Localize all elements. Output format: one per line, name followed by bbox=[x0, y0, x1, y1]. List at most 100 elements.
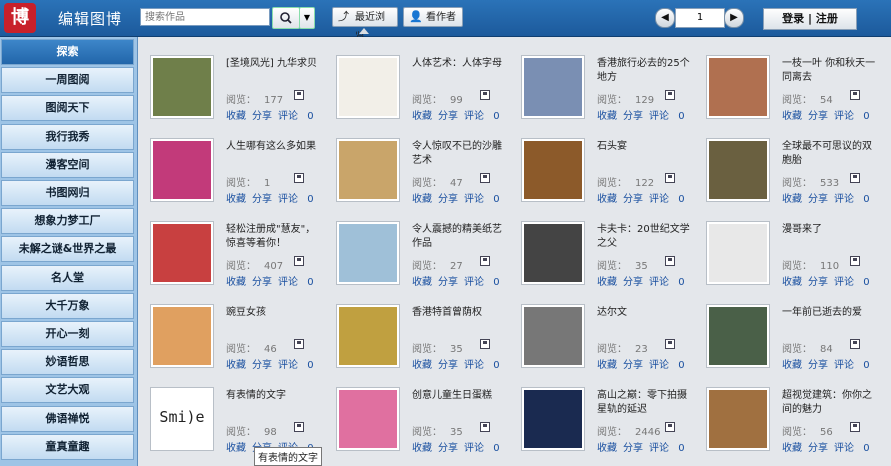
share-link[interactable]: 分享 bbox=[623, 443, 643, 454]
comment-link[interactable]: 评论 0 bbox=[834, 360, 876, 371]
item-title[interactable]: 达尔文 bbox=[597, 306, 695, 320]
share-link[interactable]: 分享 bbox=[252, 360, 272, 371]
favorite-link[interactable]: 收藏 bbox=[412, 360, 432, 371]
favorite-link[interactable]: 收藏 bbox=[412, 194, 432, 205]
thumbnail-image[interactable] bbox=[336, 221, 400, 285]
save-icon[interactable] bbox=[850, 256, 860, 266]
sidebar-item[interactable]: 佛语禅悦 bbox=[1, 405, 134, 432]
comment-link[interactable]: 评论 0 bbox=[649, 360, 691, 371]
save-icon[interactable] bbox=[294, 90, 304, 100]
favorite-link[interactable]: 收藏 bbox=[782, 443, 802, 454]
sidebar-item[interactable]: 开心一刻 bbox=[1, 321, 134, 347]
share-link[interactable]: 分享 bbox=[623, 360, 643, 371]
save-icon[interactable] bbox=[480, 90, 490, 100]
thumbnail-image[interactable] bbox=[706, 304, 770, 368]
share-link[interactable]: 分享 bbox=[438, 111, 458, 122]
thumbnail-image[interactable] bbox=[521, 138, 585, 202]
share-link[interactable]: 分享 bbox=[252, 111, 272, 122]
item-title[interactable]: 人生哪有这么多如果 bbox=[226, 140, 324, 154]
thumbnail-image[interactable] bbox=[336, 138, 400, 202]
item-title[interactable]: 创意儿童生日蛋糕 bbox=[412, 389, 510, 403]
favorite-link[interactable]: 收藏 bbox=[782, 194, 802, 205]
item-title[interactable]: [圣境风光] 九华求贝 bbox=[226, 57, 324, 71]
comment-link[interactable]: 评论 0 bbox=[834, 443, 876, 454]
save-icon[interactable] bbox=[850, 422, 860, 432]
sidebar-item[interactable]: 漫客空间 bbox=[1, 151, 134, 178]
share-link[interactable]: 分享 bbox=[808, 111, 828, 122]
save-icon[interactable] bbox=[850, 90, 860, 100]
save-icon[interactable] bbox=[480, 422, 490, 432]
item-title[interactable]: 豌豆女孩 bbox=[226, 306, 324, 320]
favorite-link[interactable]: 收藏 bbox=[412, 111, 432, 122]
comment-link[interactable]: 评论 0 bbox=[649, 443, 691, 454]
comment-link[interactable]: 评论 0 bbox=[278, 277, 320, 288]
comment-link[interactable]: 评论 0 bbox=[464, 360, 506, 371]
save-icon[interactable] bbox=[480, 256, 490, 266]
login-register-button[interactable]: 登录 | 注册 bbox=[763, 8, 857, 30]
favorite-link[interactable]: 收藏 bbox=[597, 443, 617, 454]
save-icon[interactable] bbox=[294, 339, 304, 349]
item-title[interactable]: 一年前已逝去的爱 bbox=[782, 306, 880, 320]
comment-link[interactable]: 评论 0 bbox=[464, 111, 506, 122]
search-input[interactable] bbox=[140, 8, 270, 26]
favorite-link[interactable]: 收藏 bbox=[412, 277, 432, 288]
sidebar-item[interactable]: 文艺大观 bbox=[1, 377, 134, 404]
thumbnail-image[interactable] bbox=[150, 304, 214, 368]
share-link[interactable]: 分享 bbox=[438, 277, 458, 288]
save-icon[interactable] bbox=[665, 90, 675, 100]
thumbnail-image[interactable] bbox=[706, 387, 770, 451]
sidebar-item[interactable]: 我行我秀 bbox=[1, 123, 134, 150]
share-link[interactable]: 分享 bbox=[438, 360, 458, 371]
sidebar-item[interactable]: 妙语哲思 bbox=[1, 349, 134, 376]
item-title[interactable]: 石头宴 bbox=[597, 140, 695, 154]
thumbnail-image[interactable] bbox=[150, 221, 214, 285]
item-title[interactable]: 有表情的文字 bbox=[226, 389, 324, 403]
sidebar-item[interactable]: 名人堂 bbox=[1, 264, 134, 291]
favorite-link[interactable]: 收藏 bbox=[782, 360, 802, 371]
share-link[interactable]: 分享 bbox=[438, 443, 458, 454]
item-title[interactable]: 轻松注册成"慧友"，惊喜等着你！ bbox=[226, 223, 324, 251]
item-title[interactable]: 卡夫卡：20世纪文学之父 bbox=[597, 223, 695, 251]
comment-link[interactable]: 评论 0 bbox=[834, 111, 876, 122]
favorite-link[interactable]: 收藏 bbox=[597, 277, 617, 288]
share-link[interactable]: 分享 bbox=[252, 277, 272, 288]
save-icon[interactable] bbox=[294, 173, 304, 183]
thumbnail-image[interactable] bbox=[521, 387, 585, 451]
page-number-input[interactable]: 1 bbox=[675, 8, 725, 28]
thumbnail-image[interactable] bbox=[150, 55, 214, 119]
thumbnail-image[interactable] bbox=[150, 138, 214, 202]
item-title[interactable]: 人体艺术：人体字母 bbox=[412, 57, 510, 71]
favorite-link[interactable]: 收藏 bbox=[226, 194, 246, 205]
share-link[interactable]: 分享 bbox=[623, 277, 643, 288]
sidebar-item[interactable]: 大千万象 bbox=[1, 292, 134, 319]
share-link[interactable]: 分享 bbox=[808, 443, 828, 454]
item-title[interactable]: 超视觉建筑：你你之间的魅力 bbox=[782, 389, 880, 417]
comment-link[interactable]: 评论 0 bbox=[649, 194, 691, 205]
thumbnail-image[interactable] bbox=[336, 55, 400, 119]
sidebar-item[interactable]: 图阅天下 bbox=[1, 95, 134, 122]
recent-browse-button[interactable]: ⤴ 最近浏览 bbox=[332, 7, 398, 43]
save-icon[interactable] bbox=[480, 339, 490, 349]
item-title[interactable]: 漫哥来了 bbox=[782, 223, 880, 237]
next-page-button[interactable]: ▶ bbox=[724, 8, 744, 28]
save-icon[interactable] bbox=[665, 339, 675, 349]
share-link[interactable]: 分享 bbox=[808, 194, 828, 205]
thumbnail-image[interactable] bbox=[521, 55, 585, 119]
thumbnail-image[interactable]: Smi)e bbox=[150, 387, 214, 451]
sidebar-item[interactable]: 探索 bbox=[1, 39, 134, 65]
comment-link[interactable]: 评论 0 bbox=[834, 277, 876, 288]
favorite-link[interactable]: 收藏 bbox=[226, 443, 246, 454]
share-link[interactable]: 分享 bbox=[623, 111, 643, 122]
save-icon[interactable] bbox=[850, 339, 860, 349]
share-link[interactable]: 分享 bbox=[438, 194, 458, 205]
thumbnail-image[interactable] bbox=[706, 138, 770, 202]
item-title[interactable]: 一枝一叶 你和秋天一同离去 bbox=[782, 57, 880, 85]
favorite-link[interactable]: 收藏 bbox=[226, 111, 246, 122]
item-title[interactable]: 令人惊叹不已的沙雕艺术 bbox=[412, 140, 510, 168]
sidebar-item[interactable]: 书图网归 bbox=[1, 180, 134, 206]
save-icon[interactable] bbox=[294, 422, 304, 432]
save-icon[interactable] bbox=[294, 256, 304, 266]
sidebar-item[interactable]: 未解之谜&世界之最 bbox=[1, 236, 134, 263]
item-title[interactable]: 高山之巅：零下拍摄星轨的延迟 bbox=[597, 389, 695, 417]
comment-link[interactable]: 评论 0 bbox=[649, 277, 691, 288]
